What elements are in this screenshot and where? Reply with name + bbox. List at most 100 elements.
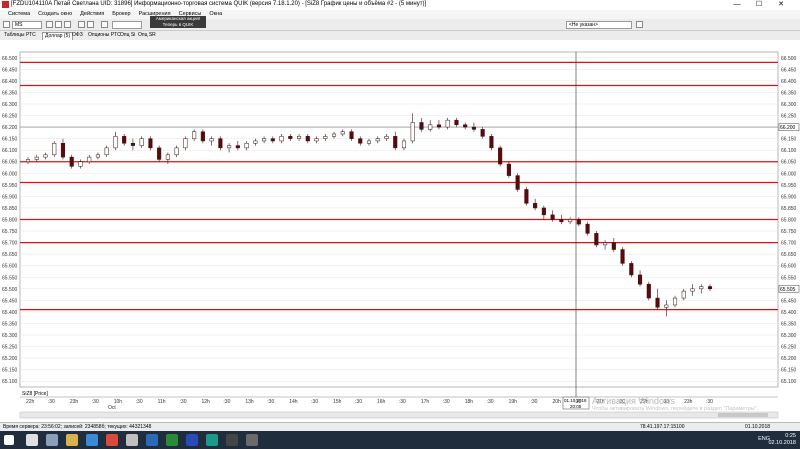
quik-taskbar-icon[interactable] bbox=[106, 434, 118, 446]
x-tick-label: 11h bbox=[158, 399, 166, 405]
x-tick-label: 18h bbox=[465, 399, 474, 405]
candle-body bbox=[78, 161, 83, 167]
y-tick-label-left: 65.850 bbox=[2, 206, 18, 212]
tab-5[interactable]: Опц Si bbox=[118, 32, 137, 39]
candle-body bbox=[288, 136, 293, 139]
y-tick-label-right: 65.200 bbox=[781, 356, 797, 362]
candle-body bbox=[672, 297, 678, 306]
terminal-icon[interactable] bbox=[226, 434, 238, 446]
y-tick-label-left: 66.100 bbox=[2, 148, 18, 154]
y-tick-label-left: 65.450 bbox=[2, 298, 18, 304]
candle-body bbox=[279, 136, 284, 142]
candle-body bbox=[471, 126, 476, 130]
candle-body bbox=[410, 122, 415, 142]
account-select[interactable]: <Не указан> bbox=[566, 21, 632, 29]
notice-line-2: Теперь в QUIK bbox=[162, 22, 194, 27]
word-icon[interactable] bbox=[186, 434, 198, 446]
x-tick-label: 19h bbox=[509, 399, 518, 405]
candle-body bbox=[638, 274, 643, 285]
y-tick-label-right: 66.100 bbox=[781, 148, 797, 154]
windows-taskbar: ENG 0:25 02.10.2018 bbox=[0, 431, 800, 449]
y-tick-label-left: 65.350 bbox=[2, 321, 18, 327]
search-icon[interactable] bbox=[26, 434, 38, 446]
chart-icon[interactable] bbox=[101, 21, 108, 28]
x-tick-label: :30 bbox=[399, 399, 406, 405]
start-icon[interactable] bbox=[4, 435, 14, 445]
browser-icon[interactable] bbox=[86, 434, 98, 446]
y-tick-label-left: 66.300 bbox=[2, 102, 18, 108]
instrument-select[interactable]: MS bbox=[12, 21, 42, 29]
x-tick-label: :30 bbox=[355, 399, 362, 405]
candle-body bbox=[87, 156, 92, 162]
x-tick-label: :30 bbox=[136, 399, 143, 405]
candle-body bbox=[183, 138, 188, 149]
promo-notice[interactable]: Американская акция! Теперь в QUIK bbox=[150, 16, 206, 28]
sell-icon[interactable] bbox=[87, 21, 94, 28]
x-tick-label: 12h bbox=[201, 399, 210, 405]
tab-6[interactable]: Опц SR bbox=[136, 32, 158, 39]
menu-item-3[interactable]: Брокер bbox=[112, 10, 130, 19]
messenger-icon[interactable] bbox=[206, 434, 218, 446]
y-tick-label-left: 66.400 bbox=[2, 79, 18, 85]
y-tick-label-right: 65.300 bbox=[781, 333, 797, 339]
x-tick-label: :30 bbox=[706, 399, 713, 405]
y-tick-label-left: 66.250 bbox=[2, 114, 18, 120]
horizontal-scrollbar[interactable] bbox=[19, 411, 779, 419]
maximize-button[interactable]: ☐ bbox=[750, 0, 768, 10]
candle-body bbox=[104, 147, 109, 156]
y-tick-label-left: 65.100 bbox=[2, 379, 18, 385]
candle-body bbox=[559, 219, 564, 223]
print-icon[interactable] bbox=[64, 21, 71, 28]
candle-body bbox=[489, 136, 494, 149]
filter-input[interactable] bbox=[112, 21, 142, 29]
scrollbar-thumb[interactable] bbox=[718, 413, 768, 417]
x-tick-label: :30 bbox=[531, 399, 538, 405]
candle-body bbox=[646, 283, 651, 299]
outlook-icon[interactable] bbox=[146, 434, 158, 446]
y-tick-label-left: 65.250 bbox=[2, 345, 18, 351]
app-icon[interactable] bbox=[126, 434, 138, 446]
tab-2[interactable]: Доллар (5) bbox=[42, 32, 74, 40]
dropdown-icon[interactable] bbox=[636, 21, 643, 28]
y-tick-label-right: 66.050 bbox=[781, 160, 797, 166]
status-date: 01.10.2018 bbox=[745, 424, 771, 430]
misc-app-icon[interactable] bbox=[246, 434, 258, 446]
minimize-button[interactable]: — bbox=[728, 0, 746, 10]
y-tick-label-left: 65.900 bbox=[2, 194, 18, 200]
candle-body bbox=[340, 131, 345, 135]
new-window-icon[interactable] bbox=[3, 21, 10, 28]
candle-body bbox=[34, 156, 39, 160]
menu-item-0[interactable]: Система bbox=[8, 10, 30, 19]
candle-body bbox=[60, 143, 66, 158]
price-chart[interactable]: 65.100 65.100 65.150 65.150 65.200 65.200 65.2… bbox=[0, 40, 800, 422]
explorer-icon[interactable] bbox=[66, 434, 78, 446]
menu-item-1[interactable]: Создать окно bbox=[38, 10, 72, 19]
task-view-icon[interactable] bbox=[46, 434, 58, 446]
y-tick-label-right: 65.250 bbox=[781, 345, 797, 351]
open-icon[interactable] bbox=[46, 21, 53, 28]
tab-3[interactable]: ОФЗ bbox=[70, 32, 85, 39]
y-tick-label-right: 65.850 bbox=[781, 206, 797, 212]
close-button[interactable]: ✕ bbox=[772, 0, 790, 10]
menu-item-6[interactable]: Окна bbox=[209, 10, 222, 19]
save-icon[interactable] bbox=[55, 21, 62, 28]
y-tick-label-right: 65.400 bbox=[781, 310, 797, 316]
y-tick-label-right: 66.150 bbox=[781, 137, 797, 143]
tab-0[interactable]: Таблицы bbox=[2, 32, 26, 39]
y-tick-label-right: 65.150 bbox=[781, 368, 797, 374]
candle-body bbox=[244, 143, 249, 149]
candle-body bbox=[576, 219, 581, 225]
y-tick-label-left: 65.500 bbox=[2, 287, 18, 293]
candle-body bbox=[113, 136, 118, 149]
x-tick-label: :30 bbox=[487, 399, 494, 405]
y-tick-label-right: 66.450 bbox=[781, 67, 797, 73]
y-tick-label-left: 65.750 bbox=[2, 229, 18, 235]
buy-icon[interactable] bbox=[78, 21, 85, 28]
candle-body bbox=[393, 136, 398, 149]
tab-1[interactable]: РТС bbox=[24, 32, 38, 39]
y-tick-label-right: 65.100 bbox=[781, 379, 797, 385]
menu-item-2[interactable]: Действия bbox=[80, 10, 104, 19]
y-tick-label-right: 66.350 bbox=[781, 90, 797, 96]
excel-icon[interactable] bbox=[166, 434, 178, 446]
system-clock[interactable]: 0:25 02.10.2018 bbox=[768, 433, 796, 447]
